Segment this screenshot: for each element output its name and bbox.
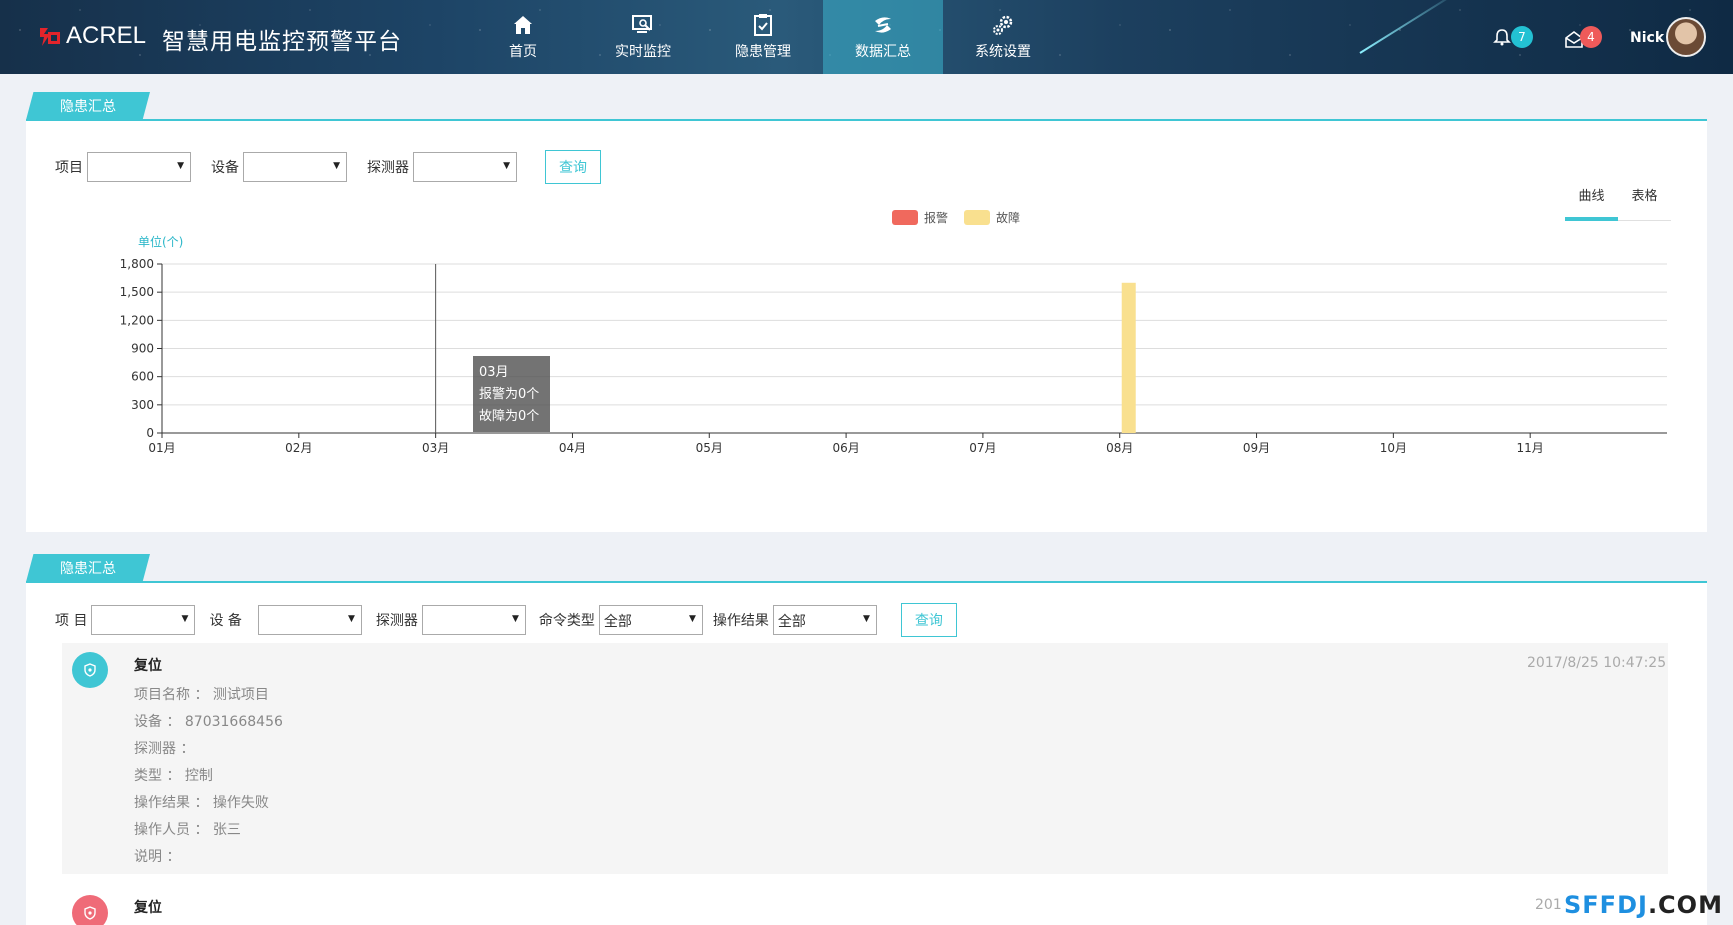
x-tick-label: 09月 xyxy=(1243,441,1270,455)
x-tick-label: 02月 xyxy=(285,441,312,455)
x-tick-label: 08月 xyxy=(1106,441,1133,455)
record-time: 2017/8/25 10:47:25 xyxy=(1527,655,1667,671)
y-tick-label: 1,800 xyxy=(120,257,154,271)
records-device-label: 设 备 xyxy=(209,613,242,629)
list-item[interactable] xyxy=(62,643,1668,874)
x-tick-label: 11月 xyxy=(1517,441,1544,455)
tooltip-fault-line: 故障为0个 xyxy=(479,409,540,424)
watermark-part2: .COM xyxy=(1647,891,1723,919)
y-tick-label: 0 xyxy=(146,426,154,440)
x-tick-label: 04月 xyxy=(559,441,586,455)
record-field-detector: 探测器 ： xyxy=(134,741,195,757)
record-field-device: 设备 ： 87031668456 xyxy=(134,714,283,730)
record-title: 复位 xyxy=(134,900,162,916)
y-tick-label: 1,200 xyxy=(120,313,154,327)
bar-fault xyxy=(1121,282,1136,433)
chart-tooltip: 03月 报警为0个 故障为0个 xyxy=(473,356,550,432)
watermark: SFFDJ.COM xyxy=(1564,891,1723,919)
record-field-project: 项目名称 ： 测试项目 xyxy=(134,687,269,703)
tooltip-alarm-line: 报警为0个 xyxy=(479,387,540,402)
records-filters: 项 目 设 备 探测器 命令类型 全部 操作结果 全部 查询 xyxy=(55,603,957,637)
record-field-type: 类型 ： 控制 xyxy=(134,768,213,784)
y-tick-label: 1,500 xyxy=(120,285,154,299)
x-tick-label: 10月 xyxy=(1380,441,1407,455)
records-project-label: 项 目 xyxy=(55,613,88,629)
list-item[interactable] xyxy=(62,885,1668,925)
record-title: 复位 xyxy=(134,658,162,674)
x-tick-label: 03月 xyxy=(422,441,449,455)
records-query-button[interactable]: 查询 xyxy=(900,603,957,637)
records-device-select[interactable] xyxy=(257,605,362,635)
watermark-part1: SFFDJ xyxy=(1564,891,1648,919)
record-time: 201 xyxy=(1535,897,1562,913)
operation-result-label: 操作结果 xyxy=(712,613,769,629)
operation-result-select[interactable]: 全部 xyxy=(772,605,877,635)
tooltip-title: 03月 xyxy=(479,365,509,380)
x-tick-label: 07月 xyxy=(969,441,996,455)
y-tick-label: 900 xyxy=(131,342,154,356)
record-field-note: 说明 ： xyxy=(134,849,181,865)
records-detector-select[interactable] xyxy=(421,605,526,635)
shield-icon xyxy=(84,906,96,920)
records-section-tab: 隐患汇总 xyxy=(26,554,150,582)
record-field-result: 操作结果 ： 操作失败 xyxy=(134,795,269,811)
x-tick-label: 05月 xyxy=(696,441,723,455)
records-detector-label: 探测器 xyxy=(375,613,418,629)
y-tick-label: 600 xyxy=(131,370,154,384)
y-axis-label: 单位(个) xyxy=(138,234,183,249)
hazard-bar-chart: 单位(个)03006009001,2001,5001,80001月 02月 03月 0… xyxy=(120,234,1667,455)
command-type-label: 命令类型 xyxy=(538,613,595,629)
record-field-operator: 操作人员 ： 张三 xyxy=(134,822,241,838)
record-shield-icon xyxy=(72,895,108,925)
records-project-select[interactable] xyxy=(91,605,196,635)
x-tick-label: 01月 xyxy=(148,441,175,455)
record-shield-icon xyxy=(72,652,108,688)
y-tick-label: 300 xyxy=(131,398,154,412)
x-tick-label: 06月 xyxy=(832,441,859,455)
shield-icon xyxy=(84,663,96,677)
command-type-select[interactable]: 全部 xyxy=(598,605,703,635)
